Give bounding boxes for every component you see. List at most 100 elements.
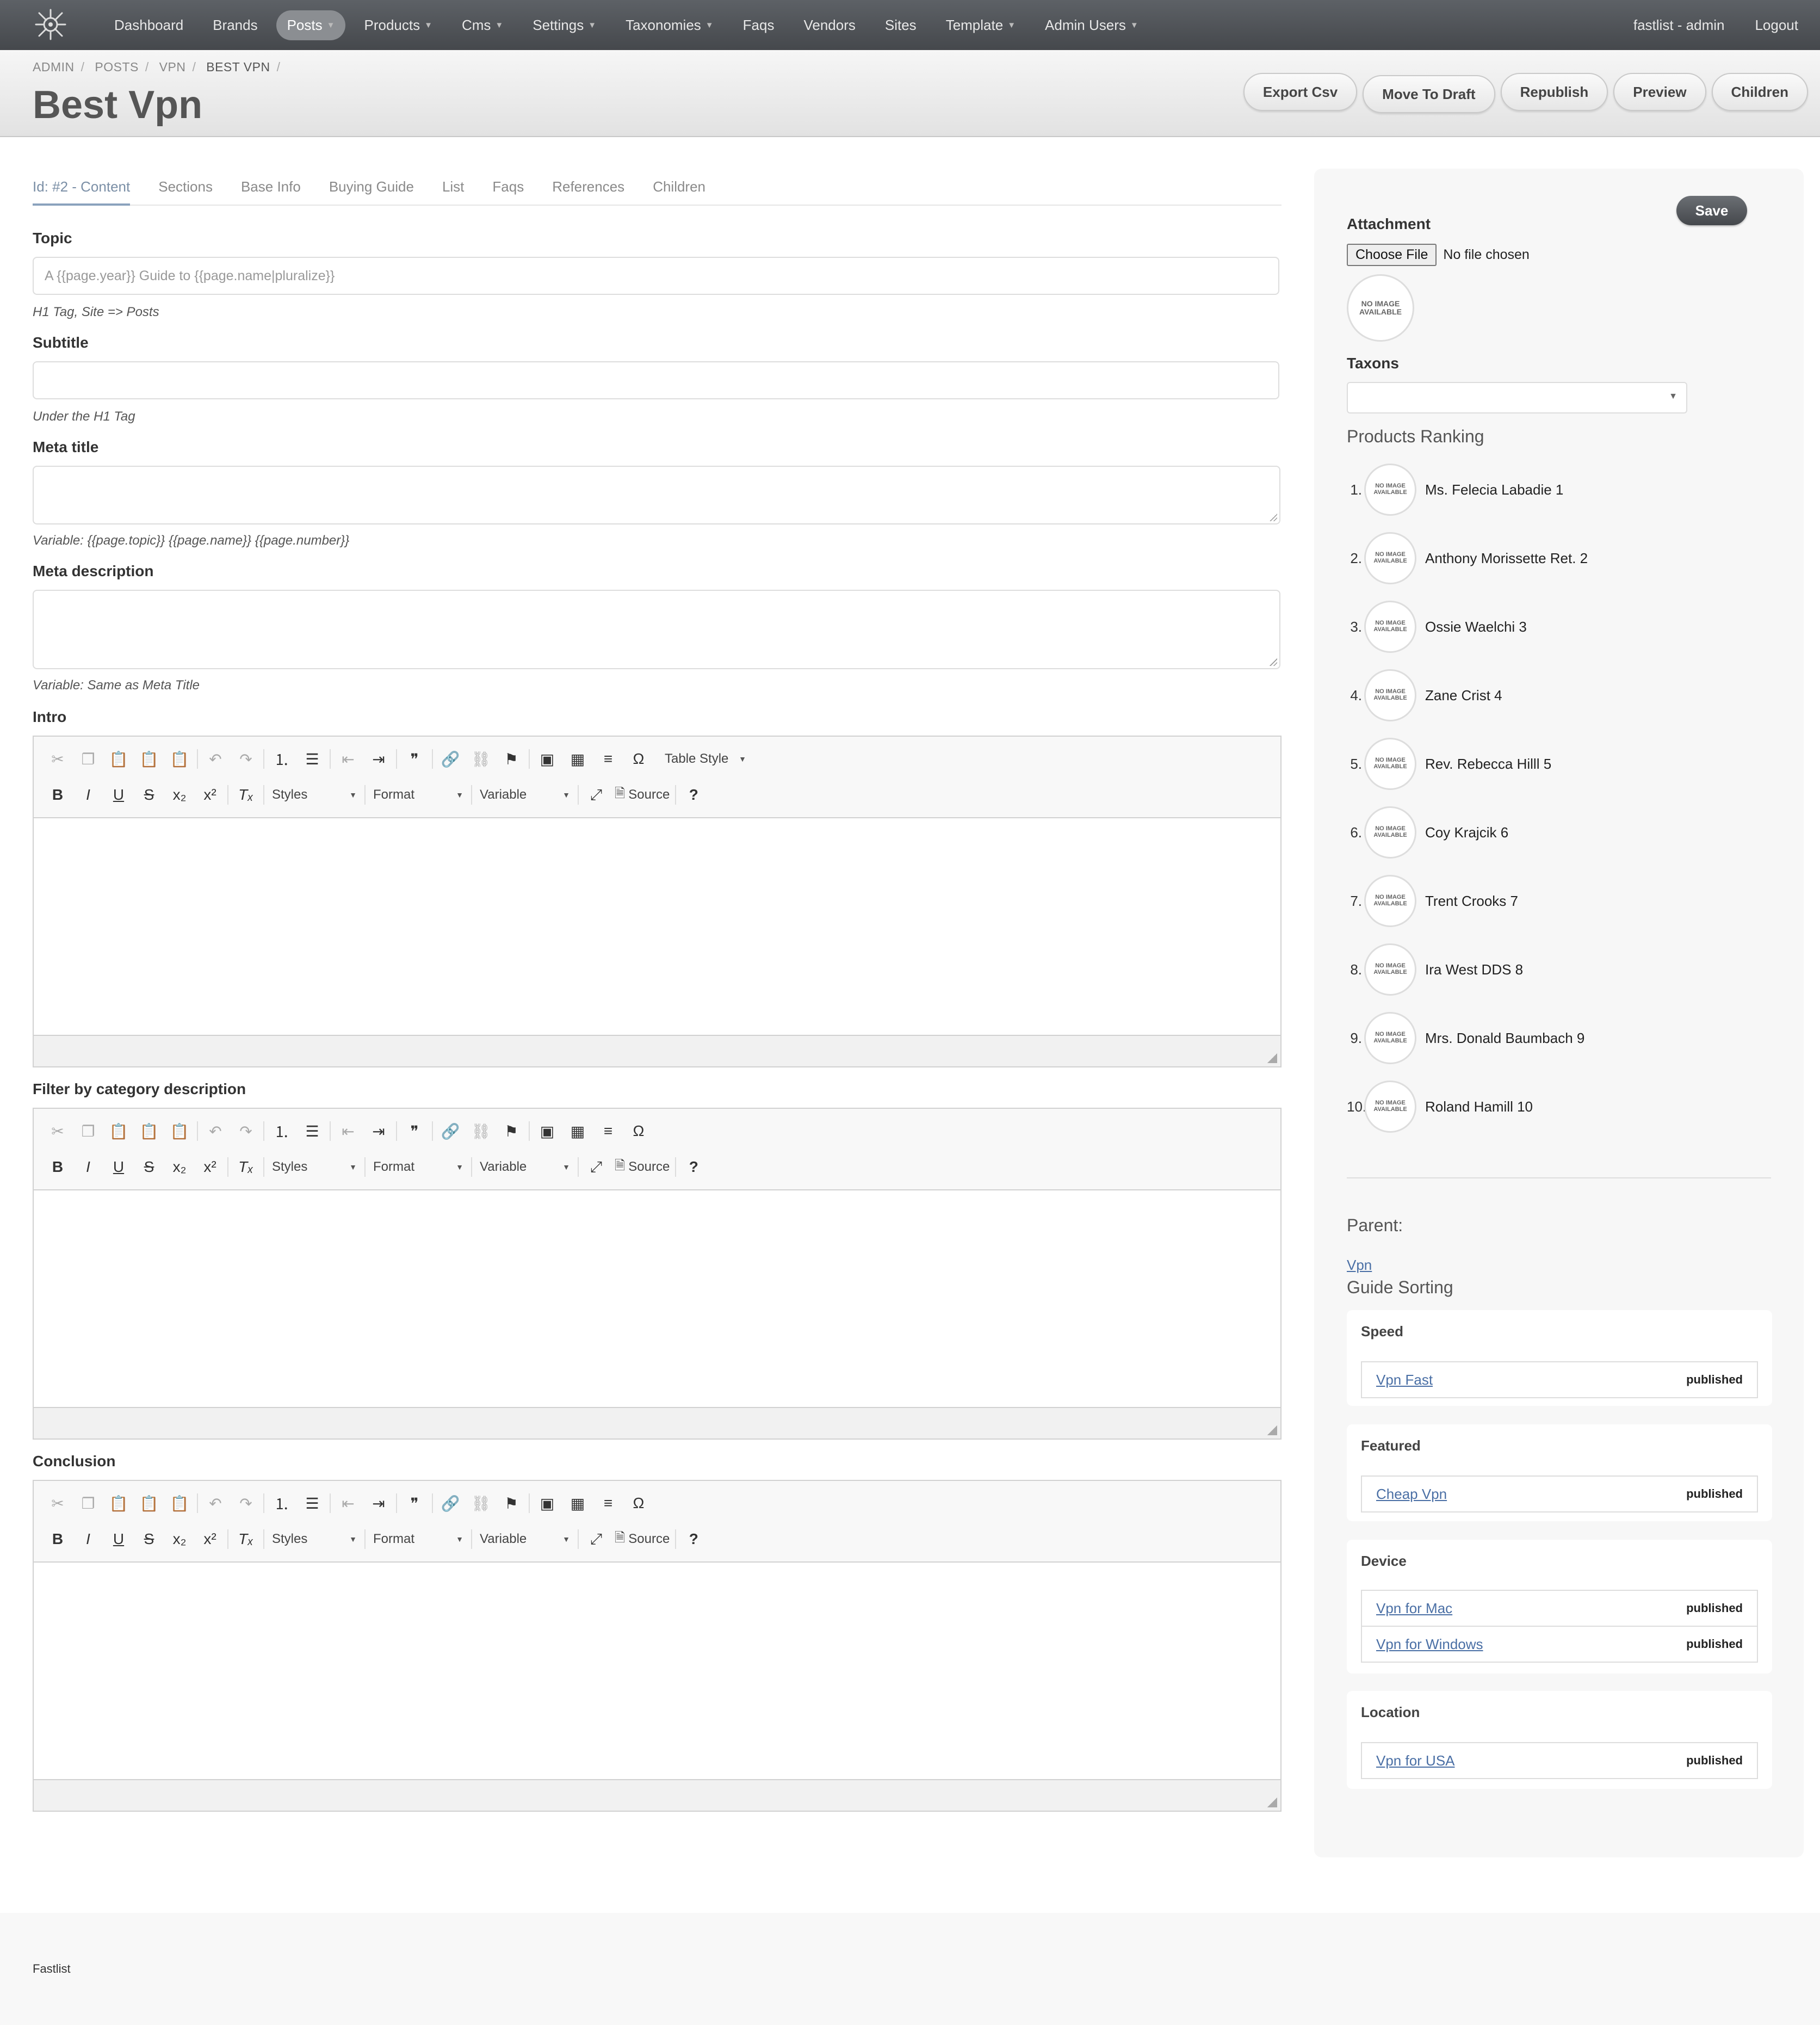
tab-faqs[interactable]: Faqs [492, 163, 524, 205]
editor-content-area[interactable] [34, 1190, 1280, 1410]
link-icon[interactable]: 🔗 [435, 745, 466, 773]
anchor-flag-icon[interactable]: ⚑ [496, 1490, 527, 1517]
unlink-icon[interactable]: ⛓ [466, 745, 496, 773]
indent-icon[interactable]: ⇥ [363, 1490, 394, 1517]
variable-dropdown[interactable]: Variable ▼ [474, 781, 575, 808]
image-icon[interactable]: ▣ [532, 1118, 562, 1145]
resize-grip-icon[interactable] [1266, 1796, 1277, 1807]
tab-list[interactable]: List [442, 163, 464, 205]
remove-format-icon[interactable]: Tₓ [231, 1153, 261, 1181]
ranking-item[interactable]: 1. NO IMAGE AVAILABLE Ms. Felecia Labadie … [1347, 462, 1563, 517]
special-char-icon[interactable]: Ω [623, 745, 654, 773]
nav-posts[interactable]: Posts ▼ [276, 10, 346, 40]
copy-icon[interactable]: ❐ [73, 745, 103, 773]
source-button[interactable]: 🗎 Source [611, 1528, 673, 1551]
ranking-item[interactable]: 6. NO IMAGE AVAILABLE Coy Krajcik 6 [1347, 805, 1508, 860]
bullet-list-icon[interactable]: ☰ [297, 1490, 327, 1517]
underline-icon[interactable]: U [103, 1153, 134, 1181]
meta-description-textarea[interactable] [33, 590, 1280, 669]
resize-grip-icon[interactable] [1270, 658, 1277, 666]
nav-faqs[interactable]: Faqs [732, 10, 785, 40]
variable-dropdown[interactable]: Variable ▼ [474, 1526, 575, 1553]
tab-buying-guide[interactable]: Buying Guide [329, 163, 414, 205]
export-csv-button[interactable]: Export Csv [1243, 73, 1358, 111]
paste-word-icon[interactable]: 📋 [164, 1490, 195, 1517]
bullet-list-icon[interactable]: ☰ [297, 745, 327, 773]
ranking-item[interactable]: 4. NO IMAGE AVAILABLE Zane Crist 4 [1347, 668, 1502, 723]
user-menu[interactable]: fastlist - admin [1633, 17, 1725, 34]
format-dropdown[interactable]: Format ▼ [368, 1153, 469, 1181]
tab-content[interactable]: Id: #2 - Content [33, 163, 131, 206]
italic-icon[interactable]: I [73, 1153, 103, 1181]
link-icon[interactable]: 🔗 [435, 1118, 466, 1145]
outdent-icon[interactable]: ⇤ [333, 1118, 363, 1145]
ranking-item[interactable]: 7. NO IMAGE AVAILABLE Trent Crooks 7 [1347, 874, 1518, 928]
subscript-icon[interactable]: x₂ [164, 781, 195, 808]
tab-children[interactable]: Children [653, 163, 705, 205]
ranking-item[interactable]: 10. NO IMAGE AVAILABLE Roland Hamill 10 [1347, 1079, 1533, 1134]
nav-sites[interactable]: Sites [874, 10, 927, 40]
ranking-item[interactable]: 8. NO IMAGE AVAILABLE Ira West DDS 8 [1347, 942, 1523, 997]
table-icon[interactable]: ▦ [562, 1490, 593, 1517]
numbered-list-icon[interactable]: ⒈ [267, 1490, 297, 1517]
horizontal-rule-icon[interactable]: ≡ [593, 1490, 623, 1517]
nav-cms[interactable]: Cms ▼ [451, 10, 514, 40]
preview-button[interactable]: Preview [1613, 73, 1706, 111]
strikethrough-icon[interactable]: S [134, 781, 164, 808]
bold-icon[interactable]: B [42, 781, 73, 808]
resize-grip-icon[interactable] [1266, 1052, 1277, 1063]
superscript-icon[interactable]: x² [195, 1526, 225, 1553]
blockquote-icon[interactable]: ❞ [399, 745, 430, 773]
breadcrumb-admin[interactable]: ADMIN [33, 60, 75, 74]
blockquote-icon[interactable]: ❞ [399, 1118, 430, 1145]
format-dropdown[interactable]: Format ▼ [368, 1526, 469, 1553]
bold-icon[interactable]: B [42, 1153, 73, 1181]
blockquote-icon[interactable]: ❞ [399, 1490, 430, 1517]
paste-icon[interactable]: 📋 [103, 1490, 134, 1517]
editor-content-area[interactable] [34, 1563, 1280, 1782]
subscript-icon[interactable]: x₂ [164, 1526, 195, 1553]
guide-link[interactable]: Vpn Fast [1376, 1372, 1433, 1388]
nav-products[interactable]: Products ▼ [353, 10, 443, 40]
maximize-icon[interactable]: ⤢ [581, 1526, 611, 1553]
paste-word-icon[interactable]: 📋 [164, 745, 195, 773]
resize-grip-icon[interactable] [1270, 514, 1277, 521]
guide-link[interactable]: Vpn for Windows [1376, 1636, 1483, 1653]
maximize-icon[interactable]: ⤢ [581, 781, 611, 808]
save-button[interactable]: Save [1676, 196, 1747, 225]
resize-grip-icon[interactable] [1266, 1424, 1277, 1435]
undo-icon[interactable]: ↶ [200, 1118, 231, 1145]
copy-icon[interactable]: ❐ [73, 1490, 103, 1517]
numbered-list-icon[interactable]: ⒈ [267, 745, 297, 773]
nav-dashboard[interactable]: Dashboard [103, 10, 194, 40]
image-icon[interactable]: ▣ [532, 745, 562, 773]
table-icon[interactable]: ▦ [562, 745, 593, 773]
ranking-item[interactable]: 3. NO IMAGE AVAILABLE Ossie Waelchi 3 [1347, 600, 1527, 654]
meta-title-textarea[interactable] [33, 466, 1280, 524]
paste-icon[interactable]: 📋 [103, 745, 134, 773]
source-button[interactable]: 🗎 Source [611, 784, 673, 806]
numbered-list-icon[interactable]: ⒈ [267, 1118, 297, 1145]
paste-text-icon[interactable]: 📋 [134, 1490, 164, 1517]
guide-link[interactable]: Vpn for Mac [1376, 1600, 1452, 1617]
undo-icon[interactable]: ↶ [200, 1490, 231, 1517]
ranking-item[interactable]: 9. NO IMAGE AVAILABLE Mrs. Donald Baumbach… [1347, 1011, 1584, 1065]
table-icon[interactable]: ▦ [562, 1118, 593, 1145]
horizontal-rule-icon[interactable]: ≡ [593, 745, 623, 773]
subtitle-input[interactable] [33, 361, 1279, 399]
special-char-icon[interactable]: Ω [623, 1490, 654, 1517]
styles-dropdown[interactable]: Styles ▼ [267, 1526, 362, 1553]
strikethrough-icon[interactable]: S [134, 1153, 164, 1181]
styles-dropdown[interactable]: Styles ▼ [267, 1153, 362, 1181]
underline-icon[interactable]: U [103, 1526, 134, 1553]
republish-button[interactable]: Republish [1500, 73, 1608, 111]
taxons-select[interactable]: ▼ [1347, 382, 1687, 413]
image-icon[interactable]: ▣ [532, 1490, 562, 1517]
paste-icon[interactable]: 📋 [103, 1118, 134, 1145]
styles-dropdown[interactable]: Styles ▼ [267, 781, 362, 808]
guide-link[interactable]: Cheap Vpn [1376, 1486, 1447, 1503]
nav-admin-users[interactable]: Admin Users ▼ [1034, 10, 1149, 40]
redo-icon[interactable]: ↷ [231, 1490, 261, 1517]
tab-references[interactable]: References [552, 163, 624, 205]
nav-template[interactable]: Template ▼ [935, 10, 1026, 40]
